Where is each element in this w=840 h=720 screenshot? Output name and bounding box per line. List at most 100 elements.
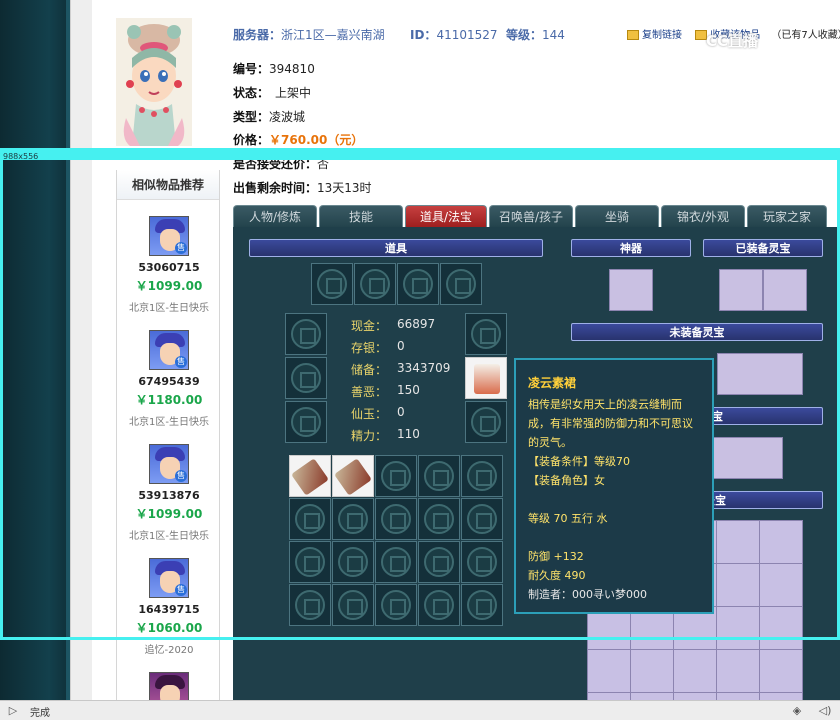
similar-item-id: 67495439 — [138, 375, 200, 388]
stat-cash: 现金： 66897 — [351, 317, 436, 333]
type-label: 类型： — [233, 110, 270, 124]
inventory-slot[interactable] — [461, 455, 503, 497]
inventory-slot[interactable] — [375, 455, 417, 497]
inventory-slot[interactable] — [418, 541, 460, 583]
similar-item-server: 追忆-2020 — [144, 645, 194, 656]
inventory-slot[interactable] — [289, 541, 331, 583]
remaining-label: 出售剩余时间： — [233, 181, 318, 195]
inventory-slot[interactable] — [461, 498, 503, 540]
empty-slot-icon — [424, 590, 454, 620]
inventory-slot[interactable] — [332, 541, 374, 583]
item-description: 相传是织女用天上的凌云缝制而成，有非常强的防御力和不可思议的灵气。 — [528, 398, 693, 449]
equip-slot[interactable] — [354, 263, 396, 305]
tab-skills[interactable]: 技能 — [319, 205, 403, 227]
inventory-slot[interactable] — [332, 584, 374, 626]
level-label: 等级： — [506, 28, 543, 42]
empty-slot-icon — [381, 504, 411, 534]
tab-outfits[interactable]: 锦衣/外观 — [661, 205, 745, 227]
similar-item[interactable]: 售 67495439 ￥1180.00 北京1区-生日快乐 — [117, 330, 221, 428]
unequipped-lingbao-slots[interactable] — [717, 353, 803, 395]
tab-pets[interactable]: 召唤兽/孩子 — [489, 205, 573, 227]
equip-slot[interactable] — [285, 401, 327, 443]
type-row: 类型：凌波城 — [233, 108, 305, 125]
similar-item[interactable]: 售 53913876 ￥1099.00 北京1区-生日快乐 — [117, 444, 221, 542]
similar-title: 相似物品推荐 — [117, 170, 219, 200]
type-value: 凌波城 — [269, 110, 306, 124]
similar-items-panel: 相似物品推荐 售 53060715 ￥1099.00 北京1区-生日快乐 售 6… — [116, 170, 221, 712]
item-icon — [334, 458, 372, 496]
equipped-skirt-slot[interactable] — [465, 357, 507, 399]
collect-count: （已有7人收藏） — [771, 30, 840, 41]
item-condition: 【装备条件】等级70 — [528, 455, 630, 468]
status-value: 上架中 — [275, 86, 312, 100]
inventory-slot[interactable] — [375, 498, 417, 540]
unequipped-lingbao-header: 未装备灵宝 — [571, 323, 823, 341]
equip-slot[interactable] — [285, 313, 327, 355]
similar-item-price: ￥1099.00 — [135, 507, 203, 521]
equip-slot[interactable] — [440, 263, 482, 305]
level-row: 等级：144 — [506, 26, 565, 43]
character-thumbnail[interactable]: 售 — [149, 216, 189, 256]
stat-energy: 精力： 110 — [351, 427, 420, 443]
status-text: 完成 — [30, 708, 50, 719]
character-thumbnail[interactable]: 售 — [149, 330, 189, 370]
speaker-icon[interactable]: ◁) — [818, 704, 832, 717]
shenqi-slot[interactable] — [609, 269, 653, 311]
tab-home[interactable]: 玩家之家 — [747, 205, 827, 227]
inventory-slot[interactable] — [375, 584, 417, 626]
item-defense: 防御 +132 — [528, 550, 584, 563]
status-row: 状态： 上架中 — [233, 84, 311, 101]
price-value: ￥760.00（元） — [269, 133, 364, 147]
inventory-slot[interactable] — [418, 584, 460, 626]
empty-slot-icon — [381, 461, 411, 491]
similar-item-server: 北京1区-生日快乐 — [129, 531, 209, 542]
equip-slot[interactable] — [311, 263, 353, 305]
inventory-item-slot[interactable] — [289, 455, 331, 497]
equip-slot[interactable] — [285, 357, 327, 399]
sell-badge: 售 — [175, 584, 187, 596]
character-thumbnail[interactable]: 售 — [149, 444, 189, 484]
empty-slot-icon — [381, 590, 411, 620]
equipped-lingbao-header: 已装备灵宝 — [703, 239, 823, 257]
copy-link[interactable]: 复制链接 — [627, 26, 682, 41]
number-label: 编号： — [233, 62, 270, 76]
shield-icon[interactable]: ◈ — [790, 704, 804, 717]
tab-mounts[interactable]: 坐骑 — [575, 205, 659, 227]
similar-item[interactable]: 售 16439715 ￥1060.00 追忆-2020 — [117, 558, 221, 656]
character-thumbnail[interactable]: 售 — [149, 558, 189, 598]
empty-slot-icon — [424, 547, 454, 577]
empty-slot-icon — [467, 461, 497, 491]
status-label: 状态： — [233, 86, 270, 100]
overlay-size-tag: 988x556 — [3, 152, 39, 161]
inventory-slot[interactable] — [461, 541, 503, 583]
empty-slot-icon — [467, 590, 497, 620]
role-avatar — [116, 18, 192, 146]
inventory-item-slot[interactable] — [332, 455, 374, 497]
play-icon[interactable]: ▷ — [6, 704, 20, 717]
number-row: 编号：394810 — [233, 60, 315, 77]
similar-item-price: ￥1099.00 — [135, 279, 203, 293]
equipped-lingbao-slot[interactable] — [763, 269, 807, 311]
similar-item-id: 53060715 — [138, 261, 200, 274]
inventory-slot[interactable] — [418, 498, 460, 540]
bargain-row: 是否接受还价：否 — [233, 155, 329, 172]
equipped-lingbao-slot[interactable] — [719, 269, 763, 311]
items-header: 道具 — [249, 239, 543, 257]
inventory-slot[interactable] — [418, 455, 460, 497]
inventory-slot[interactable] — [289, 584, 331, 626]
id-label: ID： — [410, 28, 437, 42]
equip-slot[interactable] — [465, 401, 507, 443]
tab-character[interactable]: 人物/修炼 — [233, 205, 317, 227]
equip-slot[interactable] — [465, 313, 507, 355]
inventory-slot[interactable] — [289, 498, 331, 540]
item-tooltip: 凌云素裙 相传是织女用天上的凌云缝制而成，有非常强的防御力和不可思议的灵气。 【… — [514, 358, 714, 614]
equip-slot[interactable] — [397, 263, 439, 305]
price-label: 价格： — [233, 133, 270, 147]
similar-item[interactable]: 售 53060715 ￥1099.00 北京1区-生日快乐 — [117, 216, 221, 314]
sell-badge: 售 — [175, 356, 187, 368]
inventory-slot[interactable] — [332, 498, 374, 540]
inventory-slot[interactable] — [461, 584, 503, 626]
tab-items[interactable]: 道具/法宝 — [405, 205, 487, 227]
inventory-slot[interactable] — [375, 541, 417, 583]
empty-slot-icon — [295, 547, 325, 577]
